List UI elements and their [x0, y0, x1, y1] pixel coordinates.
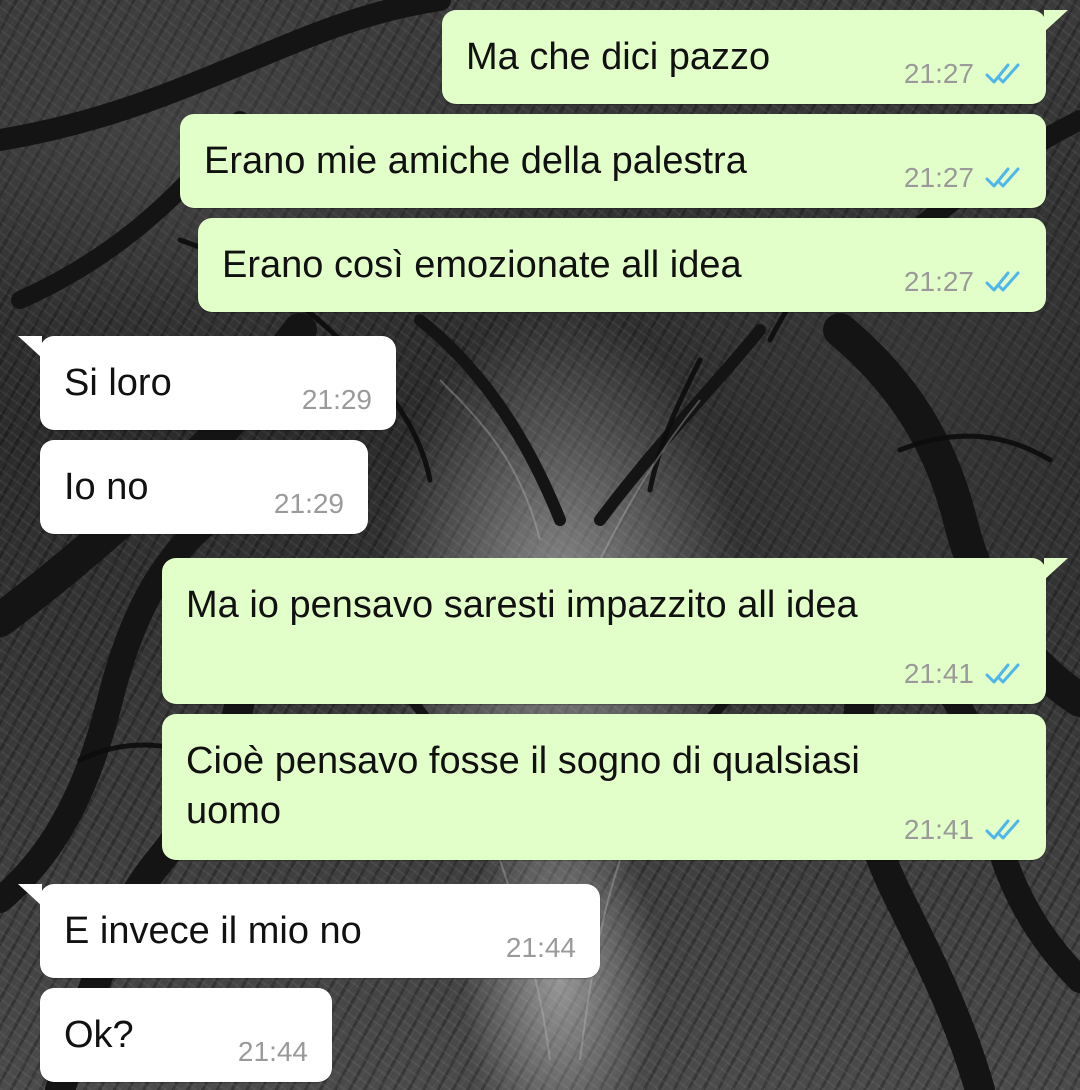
read-double-check-icon — [985, 819, 1020, 840]
message-timestamp: 21:41 — [903, 658, 974, 689]
message-text: Ok? — [64, 1014, 134, 1056]
chat-conversation: Ma che dici pazzo 21:27 Erano mie amiche… — [0, 0, 1080, 1090]
read-double-check-icon — [985, 63, 1020, 84]
message-meta: 21:27 — [904, 266, 1022, 298]
message-meta: 21:27 — [904, 58, 1022, 90]
message-text: Si loro — [64, 362, 172, 404]
read-double-check-icon — [985, 663, 1020, 684]
message-meta: 21:29 — [302, 384, 372, 416]
message-timestamp: 21:27 — [903, 266, 974, 297]
message-timestamp: 21:27 — [903, 58, 974, 89]
read-double-check-icon — [985, 271, 1020, 292]
read-double-check-icon — [985, 167, 1020, 188]
incoming-message-bubble[interactable]: Ok? 21:44 — [40, 988, 332, 1082]
message-text: Cioè pensavo fosse il sogno di qualsiasi… — [186, 740, 860, 832]
incoming-message-bubble[interactable]: Io no 21:29 — [40, 440, 368, 534]
outgoing-message-bubble[interactable]: Ma io pensavo saresti impazzito all idea… — [162, 558, 1068, 704]
outgoing-message-bubble[interactable]: Cioè pensavo fosse il sogno di qualsiasi… — [162, 714, 1046, 860]
message-text: Ma che dici pazzo — [466, 36, 771, 78]
message-meta: 21:29 — [274, 488, 344, 520]
message-text: Erano così emozionate all idea — [222, 244, 742, 286]
message-timestamp: 21:41 — [903, 814, 974, 845]
message-meta: 21:44 — [506, 932, 576, 964]
message-timestamp: 21:44 — [237, 1036, 308, 1067]
message-meta: 21:41 — [904, 658, 1022, 690]
message-text: Ma io pensavo saresti impazzito all idea — [186, 584, 858, 626]
incoming-message-bubble[interactable]: E invece il mio no 21:44 — [18, 884, 600, 978]
message-meta: 21:41 — [904, 814, 1022, 846]
incoming-message-bubble[interactable]: Si loro 21:29 — [18, 336, 396, 430]
message-timestamp: 21:29 — [273, 488, 344, 519]
message-meta: 21:44 — [238, 1036, 308, 1068]
message-meta: 21:27 — [904, 162, 1022, 194]
message-timestamp: 21:44 — [505, 932, 576, 963]
message-timestamp: 21:29 — [301, 384, 372, 415]
outgoing-message-bubble[interactable]: Erano mie amiche della palestra 21:27 — [180, 114, 1046, 208]
outgoing-message-bubble[interactable]: Erano così emozionate all idea 21:27 — [198, 218, 1046, 312]
outgoing-message-bubble[interactable]: Ma che dici pazzo 21:27 — [442, 10, 1068, 104]
message-text: Erano mie amiche della palestra — [204, 140, 747, 182]
message-text: E invece il mio no — [64, 910, 362, 952]
message-text: Io no — [64, 466, 149, 508]
message-timestamp: 21:27 — [903, 162, 974, 193]
